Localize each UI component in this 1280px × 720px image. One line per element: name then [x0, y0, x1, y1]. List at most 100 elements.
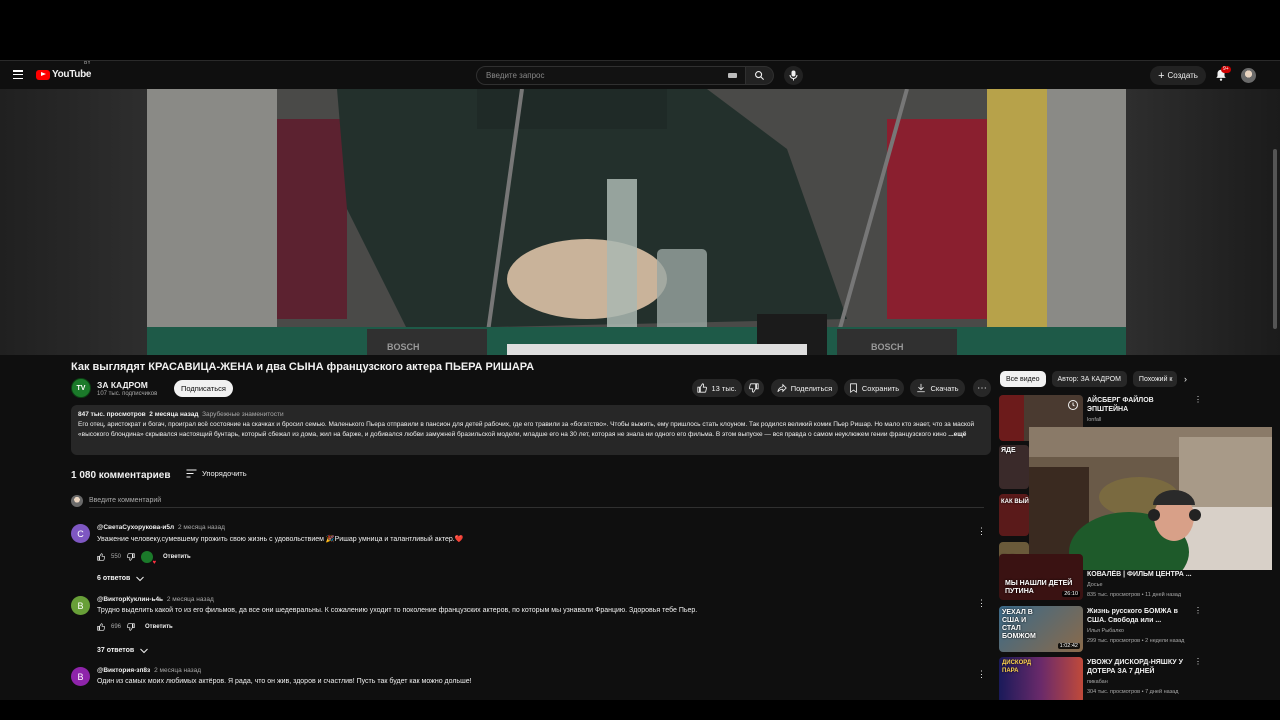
thumbnail-text: ДИСКОРД ПАРА: [1002, 660, 1032, 674]
chip-all-videos[interactable]: Все видео: [1000, 371, 1046, 387]
download-button[interactable]: Скачать: [910, 379, 965, 397]
comment-time[interactable]: 2 месяца назад: [154, 667, 201, 674]
thumbs-down-icon[interactable]: [127, 623, 135, 631]
video-thumbnail[interactable]: МЫ НАШЛИ ДЕТЕЙ ПУТИНА 26:10: [999, 554, 1083, 600]
recommended-video[interactable]: УЕХАЛ В США И СТАЛ БОМЖОМ 1:02:42 Жизнь …: [999, 606, 1204, 652]
video-player-area[interactable]: BOSCH BOSCH: [0, 89, 1280, 355]
scrollbar-thumb[interactable]: [1273, 149, 1277, 329]
view-replies-button[interactable]: 37 ответов: [97, 647, 149, 654]
comment-author[interactable]: @Виктория-зп8з: [97, 667, 150, 674]
video-menu-icon[interactable]: ⋮: [1194, 395, 1202, 404]
video-thumbnail[interactable]: КАК ВЫЙ: [999, 494, 1029, 536]
thumbs-up-icon[interactable]: [97, 553, 105, 561]
video-frame-image: [147, 89, 1126, 355]
webcam-overlay: [1029, 427, 1272, 570]
sort-comments-button[interactable]: Упорядочить: [186, 469, 247, 478]
chip-author[interactable]: Автор: ЗА КАДРОМ: [1051, 371, 1127, 387]
description-tag[interactable]: Зарубежные знаменитости: [202, 411, 284, 418]
comment-avatar[interactable]: В: [71, 596, 90, 615]
save-button[interactable]: Сохранить: [844, 379, 904, 397]
comment-menu-icon[interactable]: ⋮: [977, 669, 986, 680]
share-label: Поделиться: [790, 383, 833, 393]
chip-similar[interactable]: Похожий к: [1132, 371, 1177, 387]
create-button[interactable]: + Создать: [1150, 66, 1206, 85]
voice-search-button[interactable]: [784, 66, 803, 85]
comment-text: Один из самых моих любимых актёров. Я ра…: [97, 678, 472, 685]
video-menu-icon[interactable]: ⋮: [1194, 606, 1202, 615]
video-title[interactable]: КОВАЛЁВ | ФИЛЬМ ЦЕНТРА ...: [1087, 570, 1192, 579]
comment-author-line: @Виктория-зп8з 2 месяца назад: [97, 667, 201, 674]
comment-author-line: @ВикторКуклин-ь4ь 2 месяца назад: [97, 596, 214, 603]
like-button[interactable]: 13 тыс.: [692, 379, 742, 397]
description-text-block: Его отец, аристократ и богач, проиграл в…: [78, 420, 984, 440]
chevron-right-icon[interactable]: ›: [1184, 374, 1187, 384]
description-box[interactable]: 847 тыс. просмотров 2 месяца назад Заруб…: [71, 405, 991, 455]
related-filter-chips: Все видео Автор: ЗА КАДРОМ Похожий к: [1000, 371, 1177, 387]
menu-icon[interactable]: [13, 70, 23, 79]
reply-button[interactable]: Ответить: [145, 624, 173, 630]
keyboard-icon[interactable]: [728, 73, 737, 78]
save-label: Сохранить: [861, 383, 900, 393]
reply-button[interactable]: Ответить: [163, 554, 191, 560]
video-channel[interactable]: Илья Рыбалко: [1087, 628, 1124, 634]
video-title: Как выглядят КРАСАВИЦА-ЖЕНА и два СЫНА ф…: [71, 361, 535, 373]
search-button[interactable]: [746, 66, 774, 85]
view-replies-button[interactable]: 6 ответов: [97, 575, 145, 582]
video-meta: 835 тыс. просмотров • 11 дней назад: [1087, 592, 1182, 598]
subscribe-button[interactable]: Подписаться: [174, 380, 233, 397]
search-placeholder: Введите запрос: [486, 71, 545, 80]
video-title[interactable]: Жизнь русского БОМЖА в США. Свобода или …: [1087, 607, 1192, 625]
video-title[interactable]: АЙСБЕРГ ФАЙЛОВ ЭПШТЕЙНА: [1087, 396, 1192, 414]
video-channel[interactable]: Досье: [1087, 582, 1103, 588]
comment-avatar[interactable]: C: [71, 524, 90, 543]
user-avatar: [71, 495, 83, 507]
comment-time[interactable]: 2 месяца назад: [167, 596, 214, 603]
recommended-video[interactable]: МЫ НАШЛИ ДЕТЕЙ ПУТИНА 26:10 КОВАЛЁВ | ФИ…: [999, 554, 1204, 600]
show-more-link[interactable]: ...ещё: [948, 431, 966, 438]
comment-time[interactable]: 2 месяца назад: [178, 524, 225, 531]
video-thumbnail[interactable]: ЯДЕ: [999, 445, 1029, 489]
video-frame[interactable]: BOSCH BOSCH: [147, 89, 1126, 355]
youtube-logo[interactable]: YouTube: [36, 69, 92, 80]
recommended-video[interactable]: ДИСКОРД ПАРА УВОЖУ ДИСКОРД-НЯШКУ У ДОТЕР…: [999, 657, 1204, 700]
thumbnail-text: УЕХАЛ В США И СТАЛ БОМЖОМ: [1002, 609, 1036, 640]
search-bar: Введите запрос: [476, 66, 774, 85]
page-scrollbar[interactable]: [1272, 69, 1278, 689]
thumbnail-text: КАК ВЫЙ: [1001, 499, 1029, 505]
thumbnail-text: ЯДЕ: [1001, 447, 1016, 454]
search-icon: [755, 71, 765, 81]
masthead: YouTube BY Введите запрос + Создать 9+: [0, 61, 1280, 89]
comment-text: Уважение человеку,сумевшему прожить свою…: [97, 536, 464, 543]
comment-menu-icon[interactable]: ⋮: [977, 598, 986, 609]
comment-author[interactable]: @СветаСухорукова-и5л: [97, 524, 174, 531]
chevron-down-icon: [136, 576, 145, 581]
channel-avatar[interactable]: TV: [71, 378, 91, 398]
search-input[interactable]: Введите запрос: [476, 66, 746, 85]
add-comment-input[interactable]: Введите комментарий: [89, 497, 984, 508]
video-meta: 304 тыс. просмотров • 7 дней назад: [1087, 689, 1179, 695]
video-menu-icon[interactable]: ⋮: [1194, 657, 1202, 666]
video-meta: 299 тыс. просмотров • 2 недели назад: [1087, 638, 1185, 644]
video-channel[interactable]: пикабан: [1087, 679, 1108, 685]
comment-avatar[interactable]: В: [71, 667, 90, 686]
replies-count: 37 ответов: [97, 647, 135, 654]
bookmark-icon: [850, 383, 857, 393]
comment-menu-icon[interactable]: ⋮: [977, 526, 986, 537]
thumbs-up-icon[interactable]: [97, 623, 105, 631]
share-icon: [777, 383, 787, 393]
logo-text: YouTube: [52, 69, 92, 80]
account-avatar[interactable]: [1241, 68, 1256, 83]
video-title[interactable]: УВОЖУ ДИСКОРД-НЯШКУ У ДОТЕРА ЗА 7 ДНЕЙ: [1087, 658, 1192, 676]
channel-name[interactable]: ЗА КАДРОМ: [97, 380, 148, 390]
thumbs-down-icon[interactable]: [127, 553, 135, 561]
sort-label: Упорядочить: [202, 469, 247, 478]
more-actions-icon[interactable]: ⋯: [973, 379, 991, 397]
video-thumbnail[interactable]: УЕХАЛ В США И СТАЛ БОМЖОМ 1:02:42: [999, 606, 1083, 652]
plus-icon: +: [1158, 69, 1165, 82]
comment-author[interactable]: @ВикторКуклин-ь4ь: [97, 596, 163, 603]
video-thumbnail[interactable]: ДИСКОРД ПАРА: [999, 657, 1083, 700]
video-channel[interactable]: lonfall: [1087, 417, 1101, 423]
share-button[interactable]: Поделиться: [771, 379, 838, 397]
letterbox-bottom: [0, 700, 1280, 720]
dislike-button[interactable]: [744, 379, 764, 397]
